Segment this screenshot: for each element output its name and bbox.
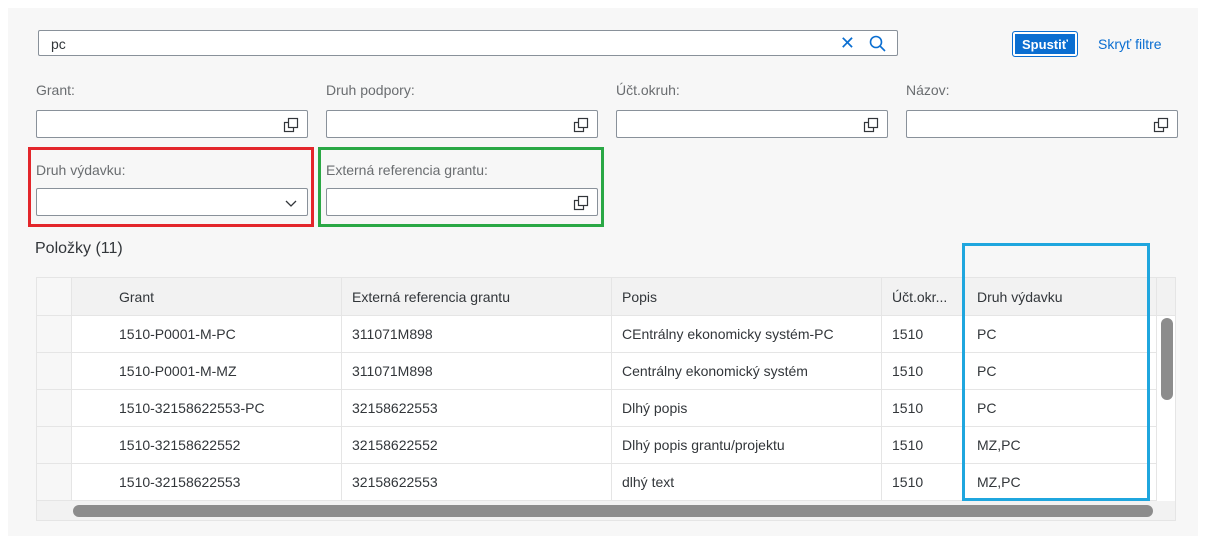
cell-grant: 1510-32158622552: [72, 427, 342, 464]
row-selector[interactable]: [37, 353, 72, 389]
column-header-account-area[interactable]: Účt.okr...: [882, 278, 965, 316]
highlight-box-red: [28, 147, 314, 227]
value-help-icon[interactable]: [863, 117, 879, 133]
grant-label: Grant:: [36, 82, 75, 98]
search-field[interactable]: pc ✕: [38, 30, 898, 56]
value-help-icon[interactable]: [573, 117, 589, 133]
highlight-box-green: [318, 147, 604, 227]
column-header-grant[interactable]: Grant: [72, 278, 342, 316]
support-type-input[interactable]: [326, 110, 598, 138]
close-icon[interactable]: ✕: [840, 34, 855, 52]
cell-account-area: 1510: [882, 427, 965, 464]
name-input[interactable]: [906, 110, 1178, 138]
column-header-external-ref[interactable]: Externá referencia grantu: [342, 278, 612, 316]
value-help-icon[interactable]: [283, 117, 299, 133]
cell-grant: 1510-P0001-M-MZ: [72, 353, 342, 390]
row-selector[interactable]: [37, 464, 72, 500]
cell-grant: 1510-32158622553-PC: [72, 390, 342, 427]
row-selector[interactable]: [37, 427, 72, 463]
account-area-input[interactable]: [616, 110, 888, 138]
horizontal-scrollbar-thumb[interactable]: [73, 505, 1153, 517]
name-label: Názov:: [906, 82, 950, 98]
cell-external-ref: 32158622553: [342, 390, 612, 427]
cell-account-area: 1510: [882, 316, 965, 353]
cell-description: CEntrálny ekonomicky systém-PC: [612, 316, 882, 353]
cell-description: Centrálny ekonomický systém: [612, 353, 882, 390]
search-input[interactable]: pc: [51, 36, 66, 52]
cell-description: dlhý text: [612, 464, 882, 501]
row-selector[interactable]: [37, 390, 72, 426]
cell-account-area: 1510: [882, 353, 965, 390]
cell-external-ref: 311071M898: [342, 353, 612, 390]
cell-account-area: 1510: [882, 390, 965, 427]
highlight-box-blue: [962, 243, 1150, 501]
hide-filters-link[interactable]: Skryť filtre: [1098, 36, 1162, 52]
cell-description: Dlhý popis grantu/projektu: [612, 427, 882, 464]
row-selector-header[interactable]: [37, 278, 72, 315]
support-type-label: Druh podpory:: [326, 82, 415, 98]
column-header-description[interactable]: Popis: [612, 278, 882, 316]
cell-account-area: 1510: [882, 464, 965, 501]
cell-description: Dlhý popis: [612, 390, 882, 427]
search-icon[interactable]: [869, 35, 887, 53]
cell-external-ref: 311071M898: [342, 316, 612, 353]
cell-grant: 1510-32158622553: [72, 464, 342, 501]
row-selector[interactable]: [37, 316, 72, 352]
account-area-label: Účt.okruh:: [616, 82, 680, 98]
cell-external-ref: 32158622553: [342, 464, 612, 501]
grant-input[interactable]: [36, 110, 308, 138]
cell-grant: 1510-P0001-M-PC: [72, 316, 342, 353]
go-button[interactable]: Spustiť: [1012, 31, 1078, 57]
items-title: Položky (11): [35, 240, 123, 257]
cell-external-ref: 32158622552: [342, 427, 612, 464]
vertical-scrollbar-thumb[interactable]: [1161, 318, 1173, 400]
value-help-icon[interactable]: [1153, 117, 1169, 133]
